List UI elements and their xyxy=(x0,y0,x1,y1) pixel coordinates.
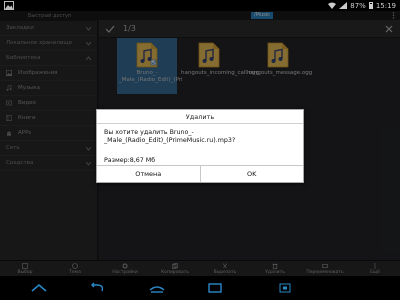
recent-apps-icon[interactable] xyxy=(206,282,224,294)
battery-icon xyxy=(368,2,373,9)
wifi-icon xyxy=(328,2,337,9)
dialog-message: Вы хотите удалить Bruno_-_Male_(Radio_Ed… xyxy=(104,129,236,144)
delete-dialog: Удалить Вы хотите удалить Bruno_-_Male_(… xyxy=(96,109,304,183)
battery-percent: 87% xyxy=(350,1,366,10)
cancel-button[interactable]: Отмена xyxy=(97,166,201,182)
home-icon[interactable] xyxy=(148,282,166,294)
back-icon[interactable] xyxy=(88,282,106,294)
navigation-bar xyxy=(0,276,400,300)
image-icon xyxy=(4,1,14,10)
dialog-title: Удалить xyxy=(97,110,303,124)
status-bar: 87% 15:19 xyxy=(0,0,400,11)
clock: 15:19 xyxy=(375,1,396,10)
ok-button[interactable]: OK xyxy=(201,166,304,182)
dialog-buttons: Отмена OK xyxy=(97,165,303,182)
screenshot-icon[interactable] xyxy=(276,282,294,294)
signal-icon xyxy=(339,2,348,9)
hide-keyboard-icon[interactable] xyxy=(30,282,48,294)
